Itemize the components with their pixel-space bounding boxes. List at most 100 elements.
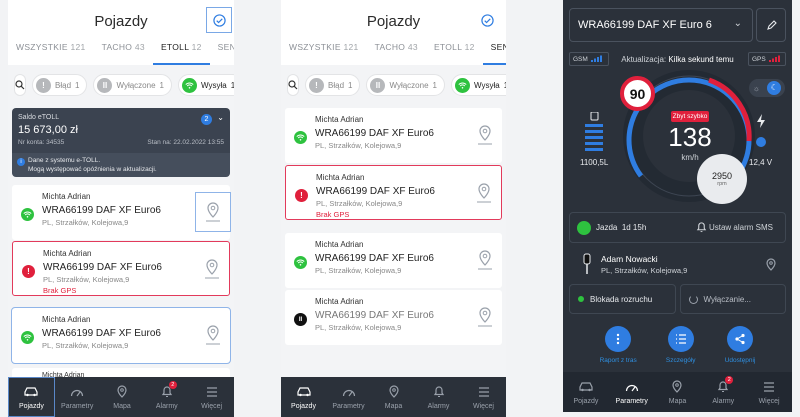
voltage-value: 12,4 V xyxy=(749,158,773,167)
menu-icon xyxy=(764,381,775,392)
vehicle-name: WRA66199 DAF XF Euro6 xyxy=(42,328,161,339)
balance-label: Saldo eTOLL xyxy=(18,114,60,121)
error-text: Brak GPS xyxy=(43,286,77,295)
filter-off[interactable]: II Wyłączone 1 xyxy=(93,74,172,96)
nav-parameters[interactable]: Parametry xyxy=(609,372,655,412)
tab-all[interactable]: WSZYSTKIE 121 xyxy=(8,38,94,65)
header: Pojazdy WSZYSTKIE 121 TACHO 43 ETOLL 12 … xyxy=(8,0,234,65)
select-mode-button[interactable] xyxy=(206,7,232,33)
gauge-icon xyxy=(71,389,84,396)
vehicle-selector[interactable]: WRA66199 DAF XF Euro 6 ⌄ xyxy=(569,8,753,42)
details-button[interactable]: Szczegóły xyxy=(666,326,696,364)
car-icon xyxy=(296,387,311,397)
vehicle-address: PL, Strzałków, Kolejowa,9 xyxy=(42,341,129,350)
account-number: Nr konta: 34535 xyxy=(18,139,65,146)
balance-amount: 15 673,00 zł xyxy=(18,124,78,136)
drive-status-icon xyxy=(577,221,591,235)
search-button[interactable] xyxy=(287,74,299,96)
tab-etoll[interactable]: ETOLL 12 xyxy=(152,38,210,65)
nav-more[interactable]: Więcej xyxy=(461,377,506,417)
nav-map[interactable]: Mapa xyxy=(100,377,145,417)
nav-alarms[interactable]: Alarmy xyxy=(416,377,461,417)
vehicle-card[interactable]: Michta Adrian WRA66199 DAF XF Euro6 PL, … xyxy=(285,108,502,163)
filter-row: ! Błąd 1 II Wyłączone 1 Wysyła 1 xyxy=(281,73,506,97)
tab-sent[interactable]: SENT 5 xyxy=(210,38,234,65)
filter-error[interactable]: ! Błąd 1 xyxy=(305,74,361,96)
info-icon: i xyxy=(17,158,25,166)
error-text: Brak GPS xyxy=(316,210,350,219)
spinner-icon xyxy=(688,294,698,304)
chevron-down-icon: ⌄ xyxy=(733,18,742,29)
nav-vehicles[interactable]: Pojazdy xyxy=(281,377,326,417)
nav-more[interactable]: Więcej xyxy=(189,377,234,417)
vehicle-card-offline[interactable]: II Michta Adrian WRA66199 DAF XF Euro6 P… xyxy=(285,290,502,345)
alarm-badge: 2 xyxy=(168,381,177,389)
screen-vehicles-etoll: Pojazdy WSZYSTKIE 121 TACHO 43 ETOLL 12 … xyxy=(8,0,234,417)
vehicle-address: PL, Strzałków, Kolejowa,9 xyxy=(315,141,402,150)
map-pin-icon xyxy=(388,385,399,398)
drive-status: Jazda 1d 15h xyxy=(596,223,647,232)
route-report-button[interactable]: Raport z tras xyxy=(600,326,637,364)
voltage-indicator xyxy=(756,137,766,147)
nav-alarms[interactable]: 2 Alarmy xyxy=(700,372,746,412)
nav-parameters[interactable]: Parametry xyxy=(55,377,100,417)
bottom-nav: Pojazdy Parametry Mapa Alarmy Więcej xyxy=(281,377,506,417)
wifi-icon xyxy=(294,256,307,269)
filter-off[interactable]: II Wyłączone 1 xyxy=(366,74,445,96)
nav-map[interactable]: Mapa xyxy=(655,372,701,412)
page-title: Pojazdy xyxy=(94,13,148,30)
nav-vehicles[interactable]: Pojazdy xyxy=(563,372,609,412)
vehicle-name: WRA66199 DAF XF Euro6 xyxy=(315,253,434,264)
map-pin-icon xyxy=(478,307,492,327)
chevron-down-icon[interactable]: ⌄ xyxy=(217,113,224,122)
tab-tacho[interactable]: TACHO 43 xyxy=(367,38,426,65)
filter-sending[interactable]: Wysyła 1 xyxy=(177,74,234,96)
screen-vehicle-parameters: WRA66199 DAF XF Euro 6 ⌄ GSM Aktualizacj… xyxy=(563,0,792,412)
bell-icon xyxy=(433,386,444,397)
select-mode-button[interactable] xyxy=(477,10,497,30)
fuel-value: 1100,5L xyxy=(580,158,609,167)
balance-date: Stan na: 22.02.2022 13:55 xyxy=(147,139,224,146)
turn-off-button[interactable]: Wyłączanie... xyxy=(679,284,786,314)
tab-etoll[interactable]: ETOLL 12 xyxy=(426,38,483,65)
tab-all[interactable]: WSZYSTKIE 121 xyxy=(281,38,367,65)
nav-alarms[interactable]: 2 Alarmy xyxy=(144,377,189,417)
vehicle-card[interactable]: Michta Adrian WRA66199 DAF XF Euro6 PL, … xyxy=(12,185,231,240)
vehicle-name: WRA66199 DAF XF Euro6 xyxy=(42,205,161,216)
vehicle-card-alert[interactable]: ! Michta Adrian WRA66199 DAF XF Euro6 PL… xyxy=(12,241,230,296)
vehicle-name: WRA66199 DAF XF Euro6 xyxy=(315,310,434,321)
driver-name: Michta Adrian xyxy=(42,315,91,324)
vehicle-card[interactable]: Michta Adrian WRA66199 DAF XF Euro6 PL, … xyxy=(11,307,231,364)
gauge-icon xyxy=(625,384,638,391)
tab-tacho[interactable]: TACHO 43 xyxy=(94,38,153,65)
wifi-icon xyxy=(454,77,470,93)
ignition-lock-button[interactable]: Blokada rozruchu xyxy=(569,284,676,314)
filter-error[interactable]: ! Błąd 1 xyxy=(32,74,88,96)
status-dot xyxy=(578,296,584,302)
set-sms-alarm-button[interactable]: Ustaw alarm SMS xyxy=(709,223,773,232)
rpm-gauge: 2950 rpm xyxy=(697,154,747,204)
wifi-icon xyxy=(181,77,197,93)
theme-toggle[interactable]: ☼ ☾ xyxy=(749,79,785,97)
nav-parameters[interactable]: Parametry xyxy=(326,377,371,417)
filter-sending[interactable]: Wysyła 1 xyxy=(450,74,506,96)
pause-icon: II xyxy=(370,77,386,93)
filter-row: ! Błąd 1 II Wyłączone 1 Wysyła 1 xyxy=(8,73,234,97)
vehicle-card[interactable]: Michta Adrian WRA66199 DAF XF Euro6 PL, … xyxy=(285,233,502,288)
driver-address: PL, Strzałków, Kolejowa,9 xyxy=(601,266,688,275)
tab-bar: WSZYSTKIE 121 TACHO 43 ETOLL 12 SENT 5 xyxy=(8,38,234,65)
map-pin-icon xyxy=(206,325,220,345)
nav-more[interactable]: Więcej xyxy=(746,372,792,412)
edit-button[interactable] xyxy=(756,8,786,42)
drive-status-row: Jazda 1d 15h Ustaw alarm SMS xyxy=(569,212,786,243)
bell-icon xyxy=(696,222,707,233)
share-button[interactable]: Udostępnij xyxy=(725,326,755,364)
nav-map[interactable]: Mapa xyxy=(371,377,416,417)
search-button[interactable] xyxy=(14,74,26,96)
vehicle-card-alert[interactable]: ! Michta Adrian WRA66199 DAF XF Euro6 PL… xyxy=(285,165,502,220)
map-pin-icon xyxy=(478,125,492,145)
map-pin-icon xyxy=(195,192,231,232)
tab-sent[interactable]: SENT 5 xyxy=(482,38,506,65)
nav-vehicles[interactable]: Pojazdy xyxy=(8,377,55,417)
menu-icon xyxy=(478,386,489,397)
